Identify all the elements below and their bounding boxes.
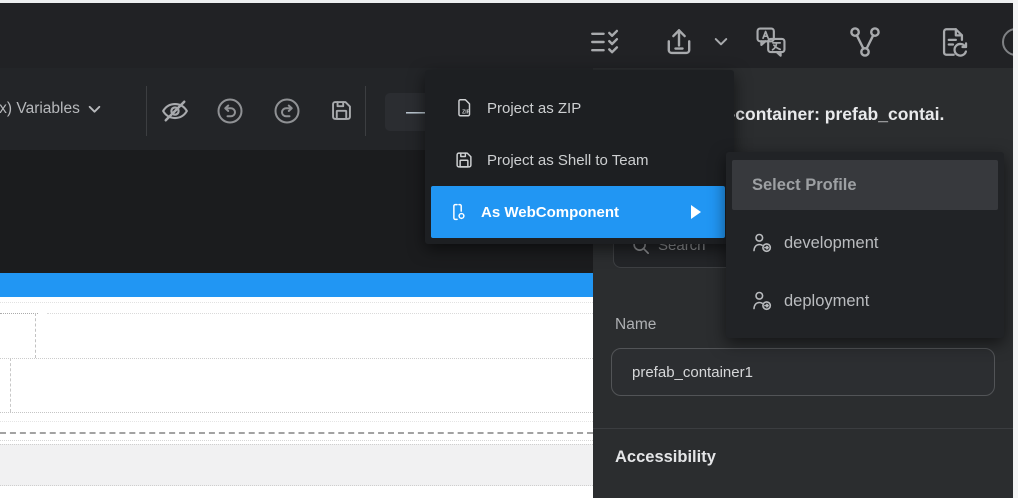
widget-outline bbox=[0, 432, 593, 434]
menu-item-label: Project as Shell to Team bbox=[487, 152, 648, 169]
variables-dropdown[interactable]: (x) Variables bbox=[0, 68, 101, 150]
widget-outline bbox=[47, 313, 593, 314]
menu-item-label: As WebComponent bbox=[481, 204, 619, 221]
empty-widget-placeholder bbox=[0, 444, 593, 486]
zoom-out-label: — bbox=[406, 101, 426, 124]
preview-eye-off-icon[interactable] bbox=[160, 96, 190, 126]
user-profile-icon bbox=[750, 231, 774, 255]
widget-outline bbox=[0, 412, 593, 413]
zip-file-icon: ZIP bbox=[453, 97, 475, 119]
submenu-header-label: Select Profile bbox=[752, 176, 857, 195]
toolbar-divider bbox=[365, 86, 366, 136]
save-icon[interactable] bbox=[328, 97, 355, 124]
widget-outline bbox=[10, 358, 11, 412]
web-component-icon bbox=[447, 201, 469, 223]
submenu-header: Select Profile bbox=[732, 160, 998, 210]
profile-submenu: Select Profile development bbox=[726, 152, 1004, 338]
file-refresh-icon[interactable] bbox=[936, 25, 970, 59]
widget-outline bbox=[35, 313, 47, 358]
selected-widget-bar[interactable] bbox=[0, 273, 593, 297]
svg-text:ZIP: ZIP bbox=[462, 110, 470, 116]
export-menu: ZIP Project as ZIP Project as Shell to T… bbox=[425, 70, 734, 244]
widget-outline bbox=[0, 313, 38, 314]
menu-item-as-webcomponent[interactable]: As WebComponent bbox=[431, 186, 725, 238]
submenu-item-deployment[interactable]: deployment bbox=[726, 272, 1004, 330]
top-toolbar bbox=[0, 3, 1018, 68]
user-profile-icon bbox=[750, 289, 774, 313]
widget-outline bbox=[0, 358, 593, 359]
submenu-item-label: deployment bbox=[784, 292, 869, 311]
variables-label: (x) Variables bbox=[0, 100, 80, 118]
menu-item-project-as-shell[interactable]: Project as Shell to Team bbox=[425, 135, 734, 185]
submenu-item-label: development bbox=[784, 234, 878, 253]
toolbar-divider bbox=[146, 86, 147, 136]
accessibility-section-header[interactable]: Accessibility bbox=[615, 448, 716, 467]
page-edge-right bbox=[1013, 0, 1018, 498]
translate-chat-icon[interactable] bbox=[754, 25, 788, 59]
version-branch-icon[interactable] bbox=[848, 25, 882, 59]
widget-outline bbox=[0, 440, 593, 441]
menu-item-label: Project as ZIP bbox=[487, 100, 581, 117]
name-field-label: Name bbox=[615, 316, 656, 334]
menu-item-project-as-zip[interactable]: ZIP Project as ZIP bbox=[425, 83, 734, 133]
undo-icon[interactable] bbox=[215, 96, 245, 126]
redo-icon[interactable] bbox=[272, 96, 302, 126]
app-screen: (x) Variables bbox=[0, 0, 1018, 498]
name-field-input[interactable] bbox=[611, 348, 995, 396]
widget-outline bbox=[0, 302, 593, 303]
export-chevron-down-icon[interactable] bbox=[714, 37, 728, 47]
submenu-arrow-icon bbox=[691, 205, 701, 219]
panel-divider bbox=[593, 428, 1013, 429]
multi-select-checklist-icon[interactable] bbox=[588, 25, 622, 59]
submenu-item-development[interactable]: development bbox=[726, 214, 1004, 272]
chevron-down-icon bbox=[88, 105, 101, 114]
export-upload-icon[interactable] bbox=[662, 25, 696, 59]
save-disk-icon bbox=[453, 149, 475, 171]
widget-outline bbox=[0, 421, 593, 422]
design-canvas[interactable] bbox=[0, 297, 593, 498]
page-edge-top bbox=[0, 0, 1018, 3]
